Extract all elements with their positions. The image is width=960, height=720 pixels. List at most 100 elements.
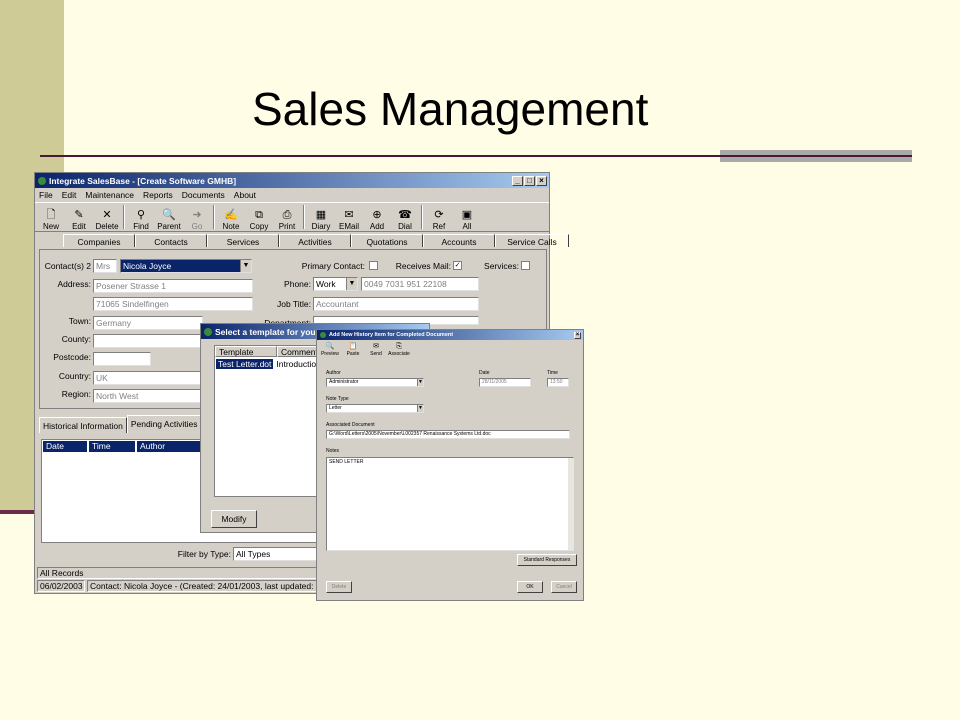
associated-document-field[interactable]: G:\Word\Letters\2005\November\L002357 Re… [326, 430, 570, 439]
primary-contact-checkbox[interactable] [369, 261, 378, 270]
template-row[interactable]: Test Letter.dot Introduction [216, 359, 321, 369]
toolbar-all-button[interactable]: ▣ All [453, 209, 481, 231]
phone-number-field[interactable]: 0049 7031 951 22108 [361, 277, 479, 291]
region-field[interactable]: North West [93, 389, 203, 403]
ok-button[interactable]: OK [517, 581, 543, 593]
tab-contacts[interactable]: Contacts [135, 234, 207, 247]
note-type-combo[interactable]: Letter ▼ [326, 404, 424, 413]
toolbar-parent-button[interactable]: 🔍 Parent [155, 209, 183, 231]
tab-service-calls[interactable]: Service Calls [495, 234, 569, 247]
delete-button[interactable]: Delete [326, 581, 352, 593]
toolbar-add-button[interactable]: ⊕ Add [363, 209, 391, 231]
notes-scrollbar[interactable] [568, 458, 574, 550]
close-icon[interactable]: × [574, 331, 581, 339]
history-associate-button[interactable]: ⎘ Associate [388, 343, 410, 357]
menu-item-about[interactable]: About [234, 190, 256, 200]
receives-mail-checkbox[interactable]: ✓ [453, 261, 462, 270]
contact-name-combo[interactable]: Nicola Joyce ▼ [120, 259, 252, 273]
toolbar-go-button[interactable]: ➜ Go [183, 209, 211, 231]
email-icon: ✉ [344, 209, 354, 221]
status-contact: Contact: Nicola Joyce - (Created: 24/01/… [87, 580, 319, 592]
app-logo-icon [320, 332, 326, 338]
history-dialog-titlebar[interactable]: Add New History Item for Completed Docum… [317, 330, 583, 340]
contact-title-field[interactable]: Mrs [93, 259, 117, 273]
main-tabs: Companies Contacts Services Activities Quota… [63, 234, 569, 247]
menu-item-reports[interactable]: Reports [143, 190, 173, 200]
toolbar-button-label: Print [278, 222, 296, 231]
subtab-historical-information[interactable]: Historical Information [39, 417, 127, 433]
county-field[interactable] [93, 334, 203, 348]
toolbar-separator [213, 205, 215, 229]
tab-accounts[interactable]: Accounts [423, 234, 495, 247]
date-field[interactable]: 28/11/2005 [479, 378, 531, 387]
tab-activities[interactable]: Activities [279, 234, 351, 247]
toolbar-button-label: Dial [398, 222, 412, 231]
menu-item-documents[interactable]: Documents [182, 190, 225, 200]
job-title-label: Job Title: [276, 299, 311, 309]
tab-quotations[interactable]: Quotations [351, 234, 423, 247]
toolbar-copy-button[interactable]: ⧉ Copy [245, 209, 273, 231]
time-field[interactable]: 13:50 [547, 378, 569, 387]
chevron-down-icon[interactable]: ▼ [417, 379, 423, 386]
chevron-down-icon[interactable]: ▼ [346, 278, 357, 290]
grid-column-author[interactable]: Author [137, 441, 201, 452]
tab-services[interactable]: Services [207, 234, 279, 247]
menu-item-edit[interactable]: Edit [62, 190, 77, 200]
minimize-icon[interactable]: _ [512, 175, 523, 186]
history-toolbar-label: Send [370, 351, 382, 357]
notes-label: Notes [326, 448, 340, 454]
toolbar-delete-button[interactable]: ✕ Delete [93, 209, 121, 231]
close-icon[interactable]: × [536, 175, 547, 186]
menu-item-maintenance[interactable]: Maintenance [85, 190, 134, 200]
toolbar-button-label: Parent [157, 222, 181, 231]
column-template-name[interactable]: Template Name [215, 346, 277, 368]
cancel-button[interactable]: Cancel [551, 581, 577, 593]
toolbar-email-button[interactable]: ✉ EMail [335, 209, 363, 231]
grid-column-date[interactable]: Date [43, 441, 87, 452]
town-field[interactable]: Germany [93, 316, 203, 330]
standard-responses-button[interactable]: Standard Responses [517, 554, 577, 566]
main-window-titlebar[interactable]: Integrate SalesBase - [Create Software G… [35, 173, 549, 188]
toolbar-button-label: All [462, 222, 472, 231]
menu-item-file[interactable]: File [39, 190, 53, 200]
author-combo[interactable]: Administrator ▼ [326, 378, 424, 387]
toolbar-edit-button[interactable]: ✎ Edit [65, 209, 93, 231]
subtab-pending-activities[interactable]: Pending Activities [126, 415, 202, 433]
grid-column-time[interactable]: Time [89, 441, 135, 452]
toolbar-diary-button[interactable]: ▦ Diary [307, 209, 335, 231]
chevron-down-icon[interactable]: ▼ [417, 405, 423, 412]
phone-type-value: Work [316, 279, 336, 289]
maximize-icon[interactable]: □ [524, 175, 535, 186]
toolbar-new-button[interactable]: 🗋 New [37, 209, 65, 231]
status-date: 06/02/2003 [37, 580, 85, 592]
services-checkbox[interactable] [521, 261, 530, 270]
country-field[interactable]: UK [93, 371, 203, 385]
address-line2-field[interactable]: 71065 Sindelfingen [93, 297, 253, 311]
toolbar-dial-button[interactable]: ☎ Dial [391, 209, 419, 231]
toolbar-button-label: EMail [338, 222, 359, 231]
job-title-field[interactable]: Accountant [313, 297, 479, 311]
toolbar-find-button[interactable]: ⚲ Find [127, 209, 155, 231]
toolbar-note-button[interactable]: ✍ Note [217, 209, 245, 231]
history-preview-button[interactable]: 🔍 Preview [321, 343, 339, 357]
toolbar-print-button[interactable]: ⎙ Print [273, 209, 301, 231]
filter-label: Filter by Type: [177, 549, 231, 559]
sub-tabs: Historical Information Pending Activities [39, 415, 202, 433]
filter-type-combo[interactable]: All Types [233, 547, 323, 561]
primary-contact-label: Primary Contact: [301, 261, 365, 271]
history-paste-button[interactable]: 📋 Paste [344, 343, 362, 357]
tab-companies[interactable]: Companies [63, 234, 135, 247]
phone-type-combo[interactable]: Work ▼ [313, 277, 358, 291]
toolbar-ref-button[interactable]: ⟳ Ref [425, 209, 453, 231]
note-type-label: Note Type [326, 396, 349, 402]
address-line1-field[interactable]: Posener Strasse 1 [93, 279, 253, 293]
toolbar-button-label: Note [222, 222, 240, 231]
postcode-field[interactable] [93, 352, 151, 366]
history-dialog-title: Add New History Item for Completed Docum… [329, 332, 454, 338]
toolbar-button-label: Diary [311, 222, 331, 231]
column-comment[interactable]: Comment [277, 346, 320, 357]
notes-textarea[interactable]: SEND LETTER [326, 457, 574, 551]
chevron-down-icon[interactable]: ▼ [240, 260, 251, 272]
history-send-button[interactable]: ✉ Send [367, 343, 385, 357]
modify-button[interactable]: Modify [211, 510, 257, 528]
